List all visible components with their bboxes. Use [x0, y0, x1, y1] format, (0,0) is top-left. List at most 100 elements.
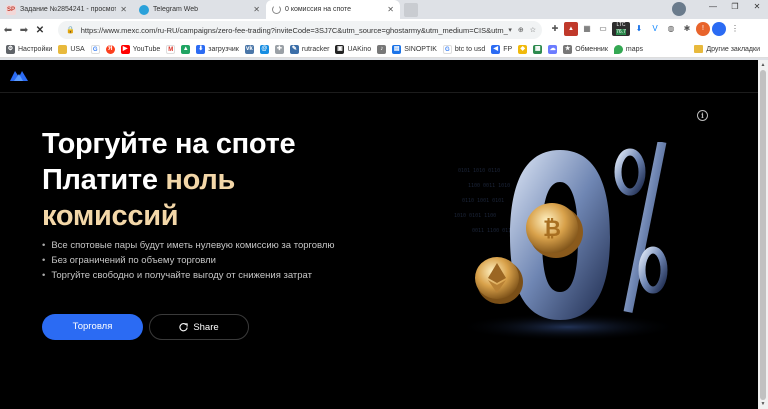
bookmark-fp[interactable]: ◀ FP	[491, 44, 512, 54]
profile-avatar[interactable]	[672, 2, 686, 16]
bookmark-drive[interactable]: ▲	[181, 44, 191, 54]
minimize-icon[interactable]: —	[702, 0, 724, 16]
extension-orange-icon[interactable]: !	[696, 22, 710, 36]
bookmark-binance[interactable]: ◆	[518, 44, 528, 54]
bookmark-label: Настройки	[18, 45, 53, 53]
svg-text:1010 0101 1100: 1010 0101 1100	[454, 213, 496, 219]
folder-icon	[694, 45, 704, 53]
profile-icon[interactable]	[712, 22, 726, 36]
scroll-down-icon[interactable]: ▼	[758, 399, 768, 409]
bookmark-cloud[interactable]: ☁	[548, 44, 558, 54]
extension-grid-icon[interactable]: ▦	[580, 22, 594, 36]
vk-icon: vk	[244, 44, 254, 54]
share-label: Share	[193, 321, 219, 333]
back-icon[interactable]: ⬅	[0, 25, 16, 36]
tab-telegram[interactable]: Telegram Web ✕	[133, 0, 266, 19]
zoom-icon[interactable]: ⊕	[518, 26, 524, 34]
bookmark-label: YouTube	[132, 45, 161, 53]
zero-percent-hero-illustration: 0101 1010 0110 1100 0011 1010 0110 1001 …	[454, 142, 678, 341]
other-bookmarks[interactable]: Другие закладки	[694, 45, 760, 53]
loading-icon	[272, 5, 281, 14]
headline-highlight-zero: ноль	[165, 164, 235, 196]
scrollbar-thumb[interactable]	[760, 70, 766, 400]
svg-text:₿: ₿	[543, 217, 561, 242]
bookmark-star-icon[interactable]: ☆	[530, 26, 536, 34]
bookmark-sinoptik[interactable]: ▤ SINOPTIK	[392, 44, 437, 54]
tab-strip: SP Задание №2854241 - просмотр з ✕ Teleg…	[0, 0, 768, 19]
bookmark-app[interactable]: ▦	[533, 44, 543, 54]
headline-line-2: Платите ноль	[42, 162, 295, 198]
telegram-icon	[139, 4, 149, 15]
bookmark-maps[interactable]: maps	[613, 44, 643, 54]
bookmark-puzzle[interactable]: ✚	[274, 44, 284, 54]
bookmark-gmail[interactable]: M	[166, 44, 176, 54]
share-button[interactable]: Share	[149, 314, 249, 340]
close-window-icon[interactable]: ✕	[746, 0, 768, 16]
bookmark-settings[interactable]: ⚙ Настройки	[6, 44, 53, 54]
puzzle-icon: ✚	[274, 44, 284, 54]
sinoptik-icon: ▤	[392, 44, 402, 54]
tab-title: Telegram Web	[153, 6, 199, 13]
url-text[interactable]: https://www.mexc.com/ru-RU/campaigns/zer…	[81, 26, 509, 35]
bookmark-btc-to-usd[interactable]: Gbtc to usd	[442, 44, 485, 54]
maximize-icon[interactable]: ❐	[724, 0, 746, 16]
bookmark-uakino[interactable]: ▣ UAKino	[335, 44, 371, 54]
bookmark-mail[interactable]: @	[259, 44, 269, 54]
bookmark-vk[interactable]: vk	[244, 44, 254, 54]
new-tab-button[interactable]	[404, 3, 418, 17]
star-icon: ★	[563, 44, 573, 54]
maps-icon	[613, 44, 623, 54]
headline-line-1: Торгуйте на споте	[42, 128, 296, 160]
page-scrollbar[interactable]: ▲ ▼	[758, 60, 768, 409]
google-icon: G	[442, 44, 452, 54]
bookmark-youtube[interactable]: ▶ YouTube	[120, 44, 161, 54]
bookmark-usa[interactable]: USA	[58, 44, 85, 54]
scroll-up-icon[interactable]: ▲	[758, 60, 768, 70]
dropdown-icon[interactable]: ▾	[508, 26, 512, 34]
binary-background: 0101 1010 0110 1100 0011 1010 0110 1001 …	[454, 168, 514, 234]
mexc-logo-icon[interactable]	[10, 69, 28, 81]
bookmark-label: USA	[70, 45, 85, 53]
menu-kebab-icon[interactable]: ⋮	[728, 22, 742, 36]
extension-download-icon[interactable]: ⬇	[632, 22, 646, 36]
ltc-value: 76.7	[616, 29, 626, 35]
hero-headline: Торгуйте на споте Платите ноль комиссий	[42, 126, 296, 234]
benefit-item: Все спотовые пары будут иметь нулевую ко…	[42, 238, 334, 253]
lock-icon[interactable]: 🔒	[66, 26, 75, 34]
extension-globe-icon[interactable]: ◍	[664, 22, 678, 36]
bookmark-guitar[interactable]: ♪	[377, 44, 387, 54]
bookmark-exchanger[interactable]: ★ Обменник	[563, 44, 608, 54]
site-header	[0, 60, 758, 93]
ltc-price-icon[interactable]: LTC 76.7	[612, 22, 630, 36]
rutracker-icon: ✎	[289, 44, 299, 54]
bookmark-yandex[interactable]: Я	[105, 44, 115, 54]
svg-text:0101 1010 0110: 0101 1010 0110	[458, 168, 500, 174]
bookmark-rutracker[interactable]: ✎ rutracker	[289, 44, 329, 54]
youtube-icon: ▶	[120, 44, 130, 54]
close-tab-icon[interactable]: ✕	[387, 5, 394, 14]
app-icon: ▦	[533, 44, 543, 54]
tab-mexc-active[interactable]: 0 комиссия на споте ✕	[266, 0, 400, 19]
forward-icon[interactable]: ➡	[16, 25, 32, 36]
extension-red-icon[interactable]: ▲	[564, 22, 578, 36]
binance-icon: ◆	[518, 44, 528, 54]
other-bookmarks-label: Другие закладки	[706, 45, 760, 53]
google-icon: G	[90, 44, 100, 54]
bookmark-downloader[interactable]: ⬇ загрузчик	[196, 44, 239, 54]
extension-v-icon[interactable]: V	[648, 22, 662, 36]
bookmark-google[interactable]: G	[90, 44, 100, 54]
benefits-list: Все спотовые пары будут иметь нулевую ко…	[42, 238, 334, 283]
svg-text:1100 0011 1010: 1100 0011 1010	[468, 183, 510, 189]
extension-screen-icon[interactable]: ▭	[596, 22, 610, 36]
tab-task[interactable]: SP Задание №2854241 - просмотр з ✕	[0, 0, 133, 19]
extension-puzzle-icon[interactable]: ✚	[548, 22, 562, 36]
extensions-area: ✚ ▲ ▦ ▭ LTC 76.7 ⬇ V ◍ ✱ ! ⋮	[548, 22, 742, 36]
address-bar[interactable]: 🔒 https://www.mexc.com/ru-RU/campaigns/z…	[58, 21, 542, 39]
info-icon[interactable]: i	[697, 110, 708, 121]
extensions-menu-icon[interactable]: ✱	[680, 22, 694, 36]
stop-loading-icon[interactable]: ✕	[32, 25, 48, 36]
bookmarks-bar: ⚙ Настройки USA G Я ▶ YouTube M ▲ ⬇ загрузч…	[0, 41, 768, 58]
close-tab-icon[interactable]: ✕	[120, 5, 127, 14]
close-tab-icon[interactable]: ✕	[253, 5, 260, 14]
trade-button[interactable]: Торговля	[42, 314, 143, 340]
